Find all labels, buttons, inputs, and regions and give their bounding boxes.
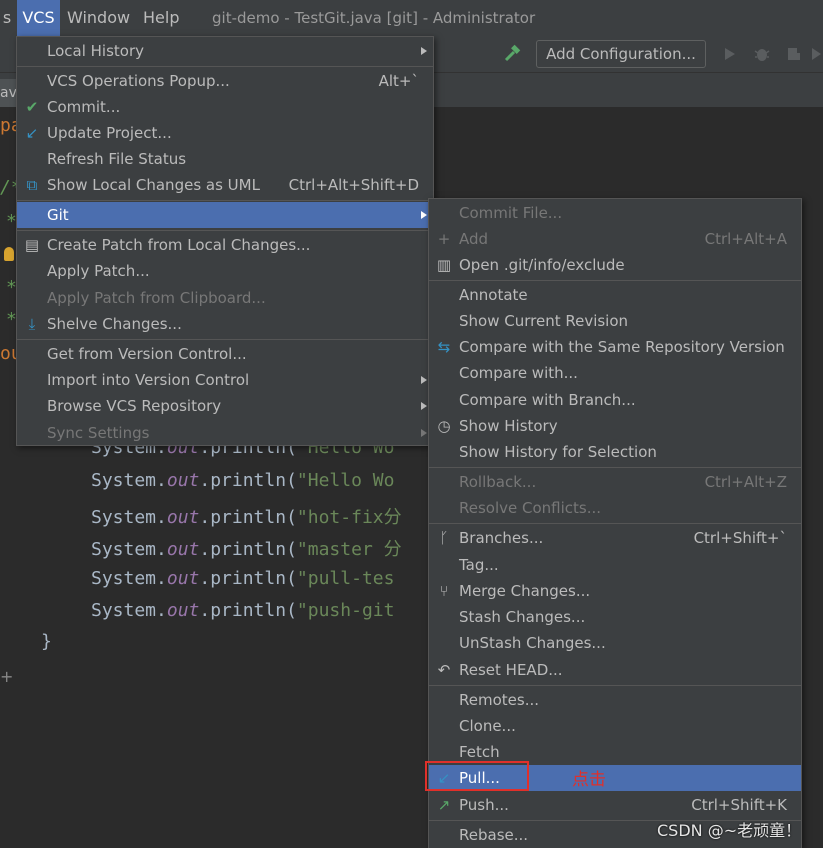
- menu-item-apply-patch[interactable]: Apply Patch...: [17, 258, 433, 284]
- menu-item-rollback[interactable]: Rollback... Ctrl+Alt+Z: [429, 469, 801, 495]
- menu-item-reset-head[interactable]: ↶ Reset HEAD...: [429, 657, 801, 683]
- menu-item-clone[interactable]: Clone...: [429, 713, 801, 739]
- patch-file-icon: ▤: [24, 236, 40, 254]
- menu-bar: s VCS Window Help git-demo - TestGit.jav…: [0, 0, 823, 36]
- vcs-menu: Local History VCS Operations Popup... Alt…: [16, 36, 434, 446]
- checkmark-icon: ✔: [25, 98, 39, 116]
- submenu-arrow-icon: [421, 402, 427, 410]
- menu-item-get-from-vcs[interactable]: Get from Version Control...: [17, 341, 433, 367]
- menu-window[interactable]: Window: [67, 0, 130, 36]
- editor-tab[interactable]: ava: [0, 79, 16, 107]
- code-line: System.out.println("Hello Wo: [91, 470, 395, 491]
- submenu-arrow-icon: [421, 47, 427, 55]
- window-title: git-demo - TestGit.java [git] - Administ…: [212, 9, 536, 27]
- fold-marker: +: [0, 667, 14, 686]
- menu-item-compare-with[interactable]: Compare with...: [429, 360, 801, 386]
- menu-separator: [17, 200, 433, 201]
- menu-item-add[interactable]: + Add Ctrl+Alt+A: [429, 226, 801, 252]
- menu-item-commit[interactable]: ✔ Commit...: [17, 94, 433, 120]
- menu-item-vcs-operations-popup[interactable]: VCS Operations Popup... Alt+`: [17, 68, 433, 94]
- menu-separator: [429, 685, 801, 686]
- merge-icon: ⑂: [439, 582, 449, 600]
- submenu-arrow-icon: [421, 376, 427, 384]
- shelve-icon: ⤓: [28, 315, 36, 333]
- update-arrow-icon: ↙: [25, 124, 39, 142]
- submenu-arrow-icon: [421, 429, 427, 437]
- annotation-highlight-box: [425, 761, 529, 791]
- push-arrow-icon: ↗: [437, 796, 451, 814]
- coverage-icon[interactable]: [785, 45, 803, 63]
- watermark: CSDN @~老顽童！: [657, 821, 802, 840]
- menu-item-resolve-conflicts[interactable]: Resolve Conflicts...: [429, 495, 801, 521]
- clock-icon: ◷: [437, 417, 451, 435]
- closing-brace: }: [41, 631, 52, 652]
- debug-icon[interactable]: [753, 45, 771, 63]
- menu-item-tag[interactable]: Tag...: [429, 552, 801, 578]
- run-icon[interactable]: [722, 46, 738, 62]
- menu-separator: [17, 66, 433, 67]
- menu-item-commit-file[interactable]: Commit File...: [429, 200, 801, 226]
- menu-item-local-history[interactable]: Local History: [17, 38, 433, 64]
- menu-item-compare-with-branch[interactable]: Compare with Branch...: [429, 387, 801, 413]
- menu-item-annotate[interactable]: Annotate: [429, 282, 801, 308]
- menu-item-merge-changes[interactable]: ⑂ Merge Changes...: [429, 578, 801, 604]
- build-hammer-icon[interactable]: [502, 44, 522, 64]
- code-line: System.out.println("push-git: [91, 600, 395, 621]
- menu-help[interactable]: Help: [143, 0, 179, 36]
- menu-item-remotes[interactable]: Remotes...: [429, 687, 801, 713]
- menu-item-show-current-revision[interactable]: Show Current Revision: [429, 308, 801, 334]
- menu-item-show-history-selection[interactable]: Show History for Selection: [429, 439, 801, 465]
- uml-diagram-icon: ⧉: [26, 176, 38, 194]
- git-submenu: Commit File... + Add Ctrl+Alt+A ▥ Open .git…: [428, 198, 802, 848]
- submenu-arrow-icon: [421, 211, 427, 219]
- compare-arrows-icon: ⇆: [437, 338, 451, 356]
- menu-separator: [429, 280, 801, 281]
- code-line: System.out.println("pull-tes: [91, 568, 395, 589]
- file-lock-icon: ▥: [436, 256, 452, 274]
- menu-item-sync-settings[interactable]: Sync Settings: [17, 420, 433, 446]
- menu-item-browse-vcs-repo[interactable]: Browse VCS Repository: [17, 393, 433, 419]
- profile-icon[interactable]: [810, 45, 823, 63]
- menu-item-compare-same-repo[interactable]: ⇆ Compare with the Same Repository Versio…: [429, 334, 801, 360]
- menu-separator: [17, 339, 433, 340]
- menu-item-create-patch[interactable]: ▤ Create Patch from Local Changes...: [17, 232, 433, 258]
- menu-item-branches[interactable]: ᚴ Branches... Ctrl+Shift+`: [429, 525, 801, 551]
- menu-separator: [429, 467, 801, 468]
- menu-item-show-local-changes-uml[interactable]: ⧉ Show Local Changes as UML Ctrl+Alt+Shift…: [17, 172, 433, 198]
- undo-icon: ↶: [437, 661, 451, 679]
- code-line: System.out.println("master 分: [91, 539, 402, 560]
- menu-separator: [429, 523, 801, 524]
- menu-item-push[interactable]: ↗ Push... Ctrl+Shift+K: [429, 792, 801, 818]
- menu-vcs[interactable]: VCS: [17, 0, 60, 36]
- menu-item-apply-patch-clipboard[interactable]: Apply Patch from Clipboard...: [17, 285, 433, 311]
- menu-item-unstash-changes[interactable]: UnStash Changes...: [429, 630, 801, 656]
- menu-item-refresh-file-status[interactable]: Refresh File Status: [17, 146, 433, 172]
- menu-item-open-git-exclude[interactable]: ▥ Open .git/info/exclude: [429, 252, 801, 278]
- menu-item-update-project[interactable]: ↙ Update Project...: [17, 120, 433, 146]
- annotation-label: 点击: [572, 770, 606, 790]
- bulb-icon[interactable]: [4, 247, 14, 261]
- menu-separator: [17, 230, 433, 231]
- plus-icon: +: [437, 230, 451, 248]
- menu-s[interactable]: s: [0, 0, 14, 36]
- menu-item-show-history[interactable]: ◷ Show History: [429, 413, 801, 439]
- branch-icon: ᚴ: [439, 529, 449, 547]
- menu-item-stash-changes[interactable]: Stash Changes...: [429, 604, 801, 630]
- menu-item-shelve-changes[interactable]: ⤓ Shelve Changes...: [17, 311, 433, 337]
- menu-item-git[interactable]: Git: [17, 202, 433, 228]
- code-line: System.out.println("hot-fix分: [91, 507, 402, 528]
- menu-item-import-into-vcs[interactable]: Import into Version Control: [17, 367, 433, 393]
- add-configuration-button[interactable]: Add Configuration...: [536, 40, 706, 68]
